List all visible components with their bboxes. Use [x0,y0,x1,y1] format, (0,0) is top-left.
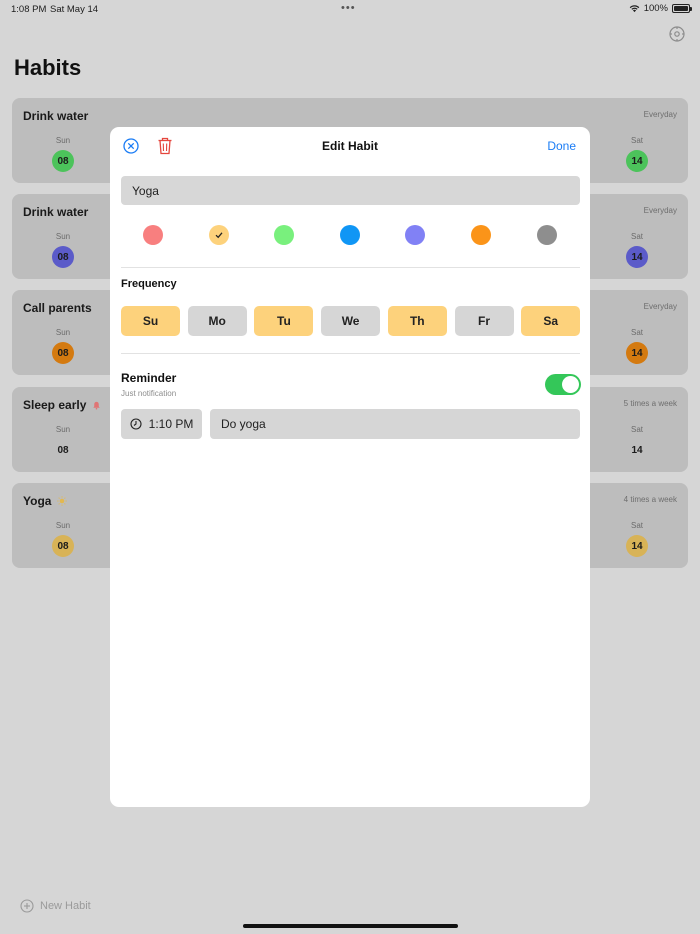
sun-icon [57,496,68,506]
day-column: Sat 14 [622,136,652,172]
status-right: 100% [629,3,692,14]
reminder-label: Reminder [121,371,177,385]
day-column: Sat 14 [622,425,652,461]
day-number[interactable]: 08 [52,150,74,172]
reminder-time-value: 1:10 PM [148,417,194,431]
day-label: Sun [55,328,71,337]
day-number[interactable]: 14 [626,246,648,268]
day-toggle-mo[interactable]: Mo [187,306,247,336]
edit-habit-modal: Edit Habit Done Frequency SuMoTuWeThFrSa… [110,127,590,807]
frequency-day-picker: Su Mo Tu We Th Fr Sa [121,306,581,336]
status-date: Sat May 14 [50,4,99,15]
reminder-note-field[interactable] [210,409,580,439]
color-option[interactable] [471,225,491,245]
day-number[interactable]: 08 [52,535,74,557]
day-toggle-su[interactable]: Su [121,306,180,336]
day-number[interactable]: 14 [626,535,648,557]
color-option[interactable] [208,225,229,245]
clock-icon [130,418,142,430]
day-toggle-th[interactable]: Th [387,306,447,336]
color-option[interactable] [274,225,295,245]
day-number[interactable]: 14 [626,439,648,461]
day-number[interactable]: 14 [626,150,648,172]
habit-name-text: Sleep early [23,398,87,412]
day-number[interactable]: 08 [52,246,74,268]
day-toggle-fr[interactable]: Fr [454,306,514,336]
habit-name-text: Call parents [23,301,92,315]
reminder-toggle[interactable] [545,374,581,395]
day-label: Sun [55,521,71,530]
day-column: Sun 08 [48,136,78,172]
habit-name: Yoga [23,494,68,508]
divider [121,353,580,354]
day-number[interactable]: 08 [52,439,74,461]
reminder-subtitle: Just notification [121,389,177,398]
color-option[interactable] [339,225,360,245]
day-label: Sat [630,521,643,530]
battery-percent: 100% [643,3,668,14]
habit-name: Drink water [23,205,88,219]
multitasking-dots[interactable]: ••• [341,2,356,14]
day-column: Sun 08 [48,425,78,461]
day-toggle-tu[interactable]: Tu [254,306,314,336]
color-option[interactable] [143,225,163,245]
bell-icon [93,401,101,410]
habit-name: Call parents [23,301,92,315]
status-time: 1:08 PM [11,4,47,15]
habit-name: Sleep early [23,398,101,412]
done-button[interactable]: Done [547,139,576,153]
day-label: Sun [55,425,71,434]
day-column: Sun 08 [48,328,78,364]
day-column: Sun 08 [48,232,78,268]
color-option[interactable] [405,225,426,245]
color-picker [121,225,580,249]
new-habit-label: New Habit [40,900,91,912]
habit-name-text: Yoga [23,494,52,508]
habit-name-field[interactable] [121,176,580,205]
habit-name-text: Drink water [23,109,89,123]
settings-gear-icon[interactable] [668,25,686,43]
reminder-time-button[interactable]: 1:10 PM [121,409,202,439]
day-column: Sat 14 [622,521,652,557]
status-bar: 1:08 PM Sat May 14 ••• 100% [0,0,700,18]
day-column: Sun 08 [48,521,78,557]
modal-header: Edit Habit Done [110,127,590,165]
day-column: Sat 14 [622,232,652,268]
day-label: Sat [630,232,643,241]
toggle-knob [562,376,579,393]
day-toggle-sa[interactable]: Sa [521,306,581,336]
day-label: Sat [630,328,643,337]
day-column: Sat 14 [622,328,652,364]
battery-icon [672,4,692,13]
frequency-label: Frequency [121,278,177,290]
day-toggle-we[interactable]: We [321,306,381,336]
wifi-icon [629,5,639,13]
day-label: Sun [55,232,71,241]
checkmark-icon [215,232,223,239]
modal-title: Edit Habit [322,139,378,153]
day-label: Sat [630,425,643,434]
page-title: Habits [14,55,82,80]
habit-frequency: 4 times a week [623,495,677,504]
habit-frequency: 5 times a week [623,399,677,408]
habit-name: Drink water [23,109,88,123]
day-label: Sat [630,136,643,145]
habit-name-text: Drink water [23,205,89,219]
plus-circle-icon [20,899,34,913]
new-habit-button[interactable]: New Habit [20,899,91,913]
color-option[interactable] [536,225,557,245]
day-label: Sun [55,136,71,145]
day-number[interactable]: 14 [626,342,648,364]
divider [121,267,580,268]
habit-frequency: Everyday [643,110,677,119]
home-indicator [243,924,458,928]
habit-frequency: Everyday [643,302,677,311]
habit-frequency: Everyday [643,206,677,215]
day-number[interactable]: 08 [52,342,74,364]
